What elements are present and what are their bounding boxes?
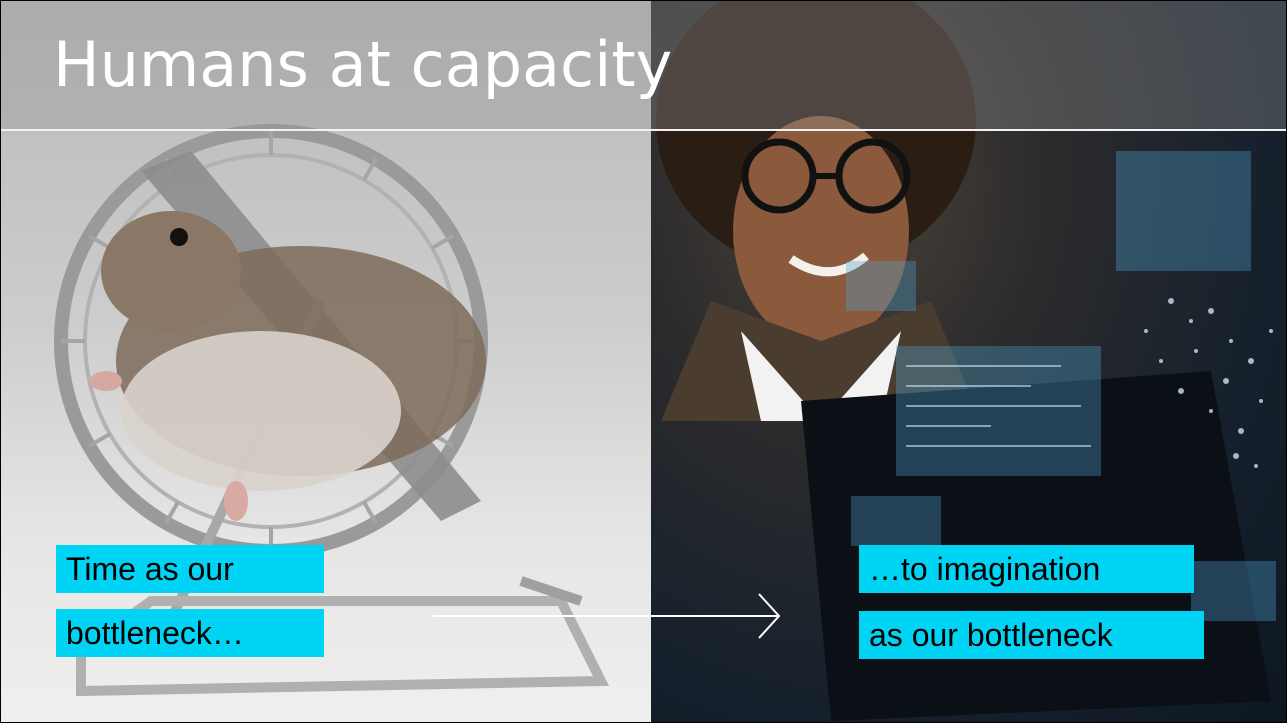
transition-arrow	[433, 593, 781, 639]
slide: Humans at capacity Time as our bottlenec…	[0, 0, 1287, 723]
